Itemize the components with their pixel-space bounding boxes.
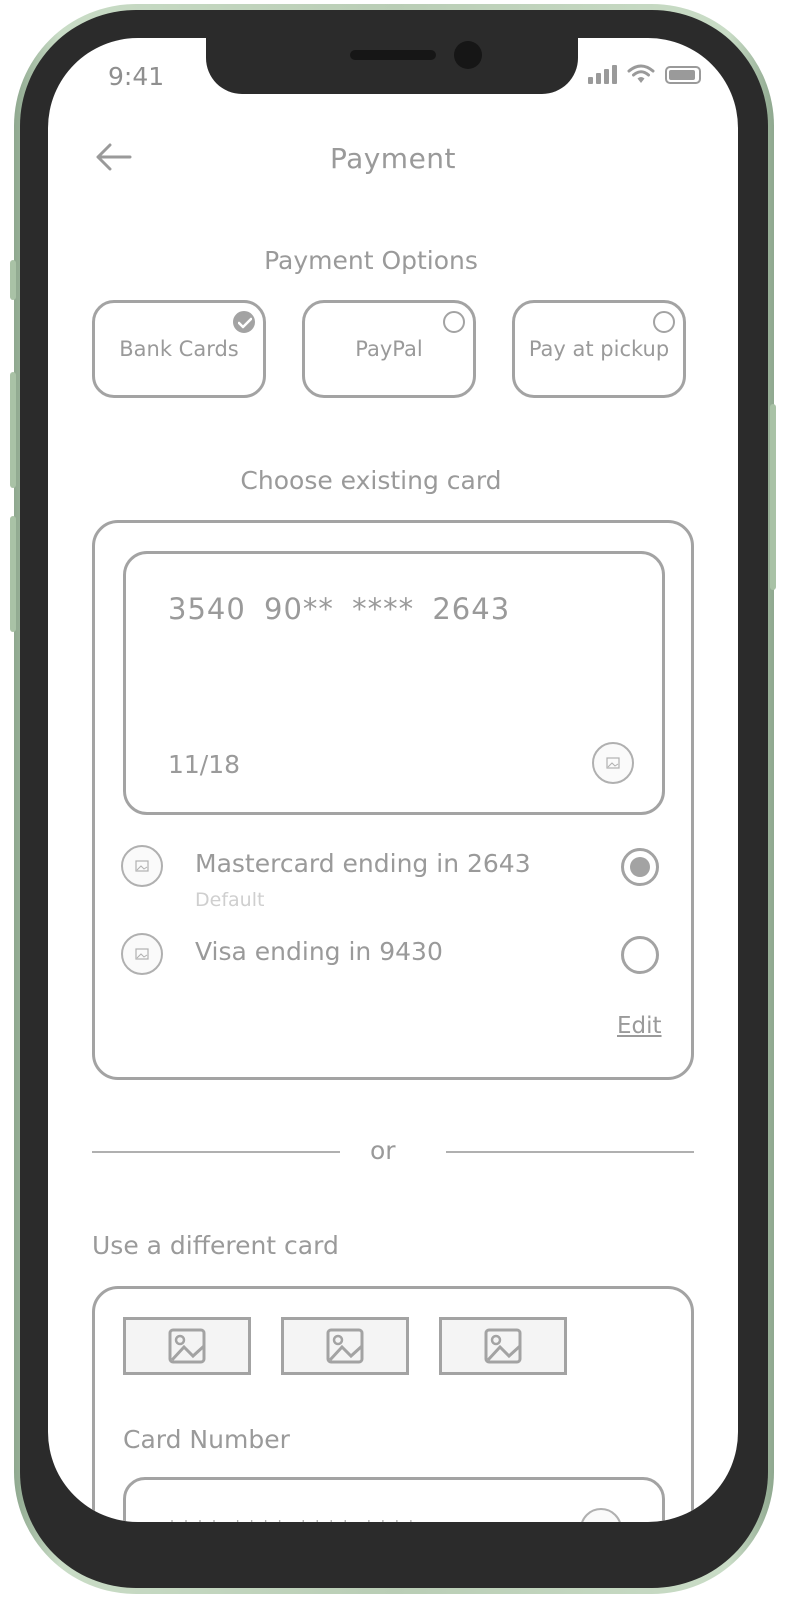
card-brand-slot-3[interactable] xyxy=(439,1317,567,1375)
credit-card-preview: 3540 90** **** 2643 11/18 xyxy=(123,551,665,815)
option-label: Bank Cards xyxy=(119,337,239,361)
battery-icon xyxy=(665,66,701,84)
card-number: 3540 90** **** 2643 xyxy=(168,592,511,626)
radio-mastercard[interactable] xyxy=(621,848,659,886)
option-label: Pay at pickup xyxy=(528,337,670,361)
radio-icon xyxy=(443,311,465,333)
radio-visa[interactable] xyxy=(621,936,659,974)
edit-link[interactable]: Edit xyxy=(617,1013,662,1039)
default-badge: Default xyxy=(195,889,265,911)
saved-card-mastercard[interactable]: Mastercard ending in 2643 xyxy=(195,849,531,878)
divider-right xyxy=(446,1151,694,1153)
payment-options-title: Payment Options xyxy=(264,246,478,275)
power-button xyxy=(770,404,776,590)
option-bank-cards[interactable]: Bank Cards xyxy=(92,300,266,398)
divider-left xyxy=(92,1151,340,1153)
silent-switch xyxy=(10,260,16,300)
notch xyxy=(206,38,578,94)
image-placeholder-icon xyxy=(484,1328,522,1364)
speaker xyxy=(350,50,436,60)
option-paypal[interactable]: PayPal xyxy=(302,300,476,398)
mastercard-image-icon xyxy=(121,845,163,887)
card-expiry: 11/18 xyxy=(168,750,241,779)
phone-screen: 9:41 Payment Payment Options Bank Cards … xyxy=(48,38,738,1522)
card-number-label: Card Number xyxy=(123,1425,290,1454)
wifi-icon xyxy=(627,64,655,83)
divider-or: or xyxy=(370,1136,396,1165)
existing-card-title: Choose existing card xyxy=(240,466,502,495)
saved-card-visa[interactable]: Visa ending in 9430 xyxy=(195,937,443,966)
front-camera xyxy=(454,41,482,69)
card-brand-slot-1[interactable] xyxy=(123,1317,251,1375)
radio-icon xyxy=(653,311,675,333)
new-card-panel: Card Number **** **** **** **** xyxy=(92,1286,694,1522)
existing-card-panel: 3540 90** **** 2643 11/18 Mastercard end… xyxy=(92,520,694,1080)
card-number-input[interactable]: **** **** **** **** xyxy=(123,1477,665,1522)
volume-up-button xyxy=(10,372,16,488)
check-icon xyxy=(233,311,255,333)
different-card-title: Use a different card xyxy=(92,1231,339,1260)
card-brand-image-icon xyxy=(592,742,634,784)
card-scan-icon[interactable] xyxy=(580,1508,622,1522)
option-pay-at-pickup[interactable]: Pay at pickup xyxy=(512,300,686,398)
card-brand-slot-2[interactable] xyxy=(281,1317,409,1375)
status-icons xyxy=(588,64,701,84)
card-number-placeholder: **** **** **** **** xyxy=(166,1516,419,1522)
option-label: PayPal xyxy=(355,337,423,361)
visa-image-icon xyxy=(121,933,163,975)
signal-icon xyxy=(588,64,617,84)
volume-down-button xyxy=(10,516,16,632)
status-time: 9:41 xyxy=(108,62,165,91)
image-placeholder-icon xyxy=(168,1328,206,1364)
page-title: Payment xyxy=(329,142,457,175)
image-placeholder-icon xyxy=(326,1328,364,1364)
